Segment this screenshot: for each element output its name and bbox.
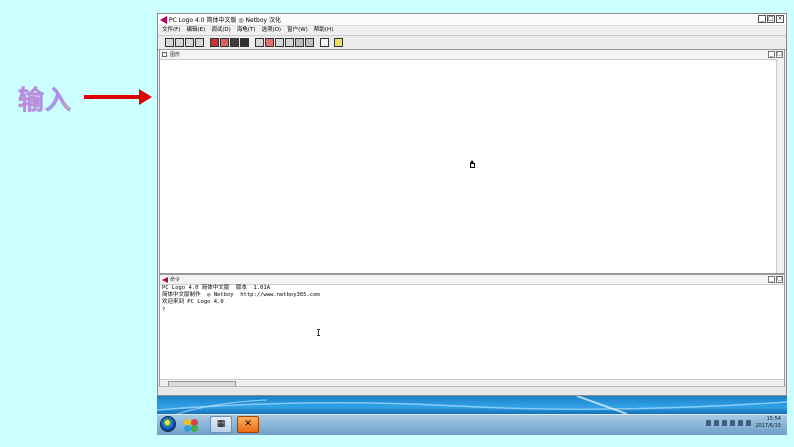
toolbar bbox=[158, 35, 786, 50]
clock[interactable]: 15:54 2017/6/15 bbox=[755, 416, 781, 430]
clock-time: 15:54 bbox=[766, 416, 781, 422]
arrow-line bbox=[84, 95, 140, 99]
command-console[interactable]: PC Logo 4.0 简体中文版 版本 1.01A 简体中文版制作 ◎ Net… bbox=[162, 285, 776, 314]
step-icon[interactable] bbox=[295, 38, 304, 47]
arrow-head bbox=[139, 89, 152, 105]
menu-debug[interactable]: 调试(D) bbox=[211, 25, 231, 35]
drawing-vertical-scrollbar[interactable] bbox=[776, 59, 784, 273]
open-icon[interactable] bbox=[165, 38, 174, 47]
drawing-maximize-button[interactable]: □ bbox=[776, 51, 783, 58]
wallpaper-swoosh bbox=[157, 396, 787, 414]
save-icon[interactable] bbox=[175, 38, 184, 47]
command-maximize-button[interactable]: □ bbox=[776, 276, 783, 283]
logo-app-icon: ▦ bbox=[216, 419, 226, 429]
command-pane[interactable]: 命令 _ □ PC Logo 4.0 简体中文版 版本 1.01A 简体中文版制… bbox=[159, 274, 785, 388]
desktop-wallpaper bbox=[157, 396, 787, 414]
graphics-icon bbox=[162, 52, 167, 57]
command-pane-controls: _ □ bbox=[768, 276, 783, 283]
volume-icon[interactable] bbox=[738, 420, 743, 426]
command-pane-title: 命令 bbox=[170, 277, 181, 283]
zoom-icon[interactable] bbox=[255, 38, 264, 47]
pen-icon[interactable] bbox=[230, 38, 239, 47]
window-icon[interactable] bbox=[320, 38, 329, 47]
window-title: PC Logo 4.0 简体中文版 ◎ Netboy 汉化 bbox=[169, 17, 281, 24]
clock-date: 2017/6/15 bbox=[755, 423, 781, 429]
minimize-button[interactable]: _ bbox=[758, 15, 766, 23]
run-icon[interactable] bbox=[285, 38, 294, 47]
logo-app-button[interactable]: ▦ bbox=[210, 416, 232, 433]
help-icon[interactable] bbox=[334, 38, 343, 47]
console-prompt[interactable]: ? bbox=[162, 307, 776, 314]
command-pane-titlebar: 命令 _ □ bbox=[160, 275, 784, 285]
status-bar bbox=[158, 386, 786, 395]
drawing-pane[interactable]: 图形 _ □ bbox=[159, 49, 785, 274]
pause-icon[interactable] bbox=[305, 38, 314, 47]
network-icon[interactable] bbox=[706, 420, 711, 426]
maximize-button[interactable]: □ bbox=[767, 15, 775, 23]
keyboard-icon[interactable] bbox=[714, 420, 719, 426]
window-controls: _ □ × bbox=[758, 15, 784, 23]
pencolor-icon[interactable] bbox=[265, 38, 274, 47]
system-tray bbox=[706, 420, 751, 426]
drawing-pane-title: 图形 bbox=[170, 52, 181, 58]
help-tray-icon[interactable] bbox=[722, 420, 727, 426]
logo-icon bbox=[160, 16, 167, 24]
stop-icon[interactable] bbox=[210, 38, 219, 47]
console-line: 简体中文版制作 ◎ Netboy http://www.netboy365.co… bbox=[162, 292, 320, 299]
menu-turtle[interactable]: 海龟(T) bbox=[237, 25, 256, 35]
close-button[interactable]: × bbox=[776, 15, 784, 23]
copy-icon[interactable] bbox=[195, 38, 204, 47]
drawing-pane-controls: _ □ bbox=[768, 51, 783, 58]
text-cursor-icon bbox=[317, 329, 320, 336]
slide-input-label: 输入 bbox=[18, 80, 72, 117]
menu-help[interactable]: 帮助(H) bbox=[314, 25, 333, 35]
command-minimize-button[interactable]: _ bbox=[768, 276, 775, 283]
console-line: 欢迎来到 PC Logo 4.0 bbox=[162, 299, 224, 306]
erase-icon[interactable] bbox=[240, 38, 249, 47]
drawing-pane-titlebar: 图形 _ □ bbox=[160, 50, 784, 60]
fill-icon[interactable] bbox=[275, 38, 284, 47]
start-button[interactable] bbox=[160, 416, 176, 432]
taskbar: ▦ ✕ 15:54 2017/6/15 bbox=[157, 414, 787, 435]
ime-icon[interactable] bbox=[746, 420, 751, 426]
menu-bar: 文件(F) 编辑(E) 调试(D) 海龟(T) 选项(O) 窗户(W) 帮助(H… bbox=[158, 25, 786, 35]
flag-icon[interactable] bbox=[730, 420, 735, 426]
app-window: PC Logo 4.0 简体中文版 ◎ Netboy 汉化 _ □ × 文件(F… bbox=[157, 13, 787, 396]
print-icon[interactable] bbox=[185, 38, 194, 47]
turtle-red-icon[interactable] bbox=[220, 38, 229, 47]
menu-options[interactable]: 选项(O) bbox=[261, 25, 281, 35]
menu-file[interactable]: 文件(F) bbox=[162, 25, 180, 35]
folder-app-button[interactable] bbox=[181, 416, 203, 433]
pptx-app-button[interactable]: ✕ bbox=[237, 416, 259, 433]
pptx-app-icon: ✕ bbox=[244, 419, 252, 429]
drawing-minimize-button[interactable]: _ bbox=[768, 51, 775, 58]
menu-edit[interactable]: 编辑(E) bbox=[186, 25, 205, 35]
menu-window[interactable]: 窗户(W) bbox=[287, 25, 308, 35]
command-logo-icon bbox=[162, 277, 168, 283]
turtle-icon bbox=[470, 160, 475, 168]
